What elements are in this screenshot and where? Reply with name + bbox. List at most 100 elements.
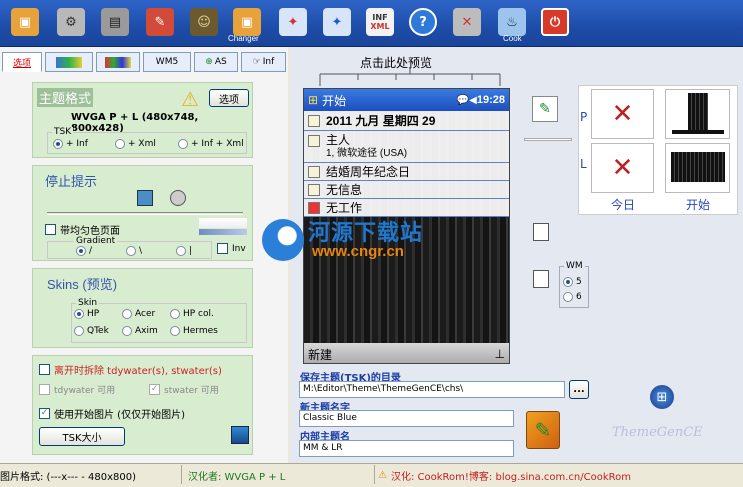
tab-as-label: AS: [214, 57, 227, 67]
tab-as[interactable]: ⊕ AS: [194, 52, 238, 72]
theme-icon[interactable]: ▣: [8, 5, 42, 39]
wm6-radio[interactable]: 6: [563, 292, 582, 302]
skin-hermes-radio[interactable]: Hermes: [170, 326, 218, 336]
stop-hint-group: 停止提示 带均匀色页面 Gradient / \ | Inv: [32, 165, 253, 261]
skin-qtek-label: QTek: [87, 326, 109, 336]
as-icon: ⊕: [205, 57, 213, 67]
gradient-backslash-radio[interactable]: \: [126, 246, 142, 256]
stack-icon[interactable]: [137, 190, 153, 206]
tab-colors[interactable]: [96, 52, 140, 72]
xml-text: XML: [370, 22, 390, 31]
skin-qtek-radio[interactable]: QTek: [74, 326, 109, 336]
stwater-checkbox[interactable]: ✓ stwater 可用: [149, 383, 219, 396]
mona-lisa-icon[interactable]: ☺: [187, 5, 221, 39]
tdywater-label: tdywater 可用: [54, 386, 116, 396]
pencil-edit-icon[interactable]: ✎: [532, 96, 558, 122]
watermark-url: www.cngr.cn: [312, 243, 404, 260]
wm-legend: WM: [564, 261, 585, 271]
edit-icon[interactable]: ✎: [143, 5, 177, 39]
power-icon[interactable]: ⏻: [538, 5, 572, 39]
app-watermark: ThemeGenCE: [612, 425, 703, 440]
new-softkey[interactable]: 新建: [308, 346, 332, 363]
even-color-checkbox[interactable]: 带均匀色页面: [45, 222, 120, 237]
tsk-inf-xml-radio[interactable]: + Inf + Xml: [178, 139, 244, 149]
tab-gradient[interactable]: [45, 52, 93, 72]
help-icon[interactable]: ?: [406, 5, 440, 39]
use-start-image-checkbox[interactable]: ✓ 使用开始图片 (仅仅开始图片): [39, 406, 185, 421]
anniversary-text: 结婚周年纪念日: [326, 165, 411, 179]
browse-button[interactable]: ...: [569, 380, 589, 399]
today-date-row: 2011 九月 星期四 29: [304, 111, 509, 131]
phone-softkey-bar: 新建 ⊥: [304, 343, 509, 363]
internal-name-input[interactable]: MM & LR: [299, 440, 514, 457]
remove-on-exit-checkbox[interactable]: 离开时拆除 tdywater(s), stwater(s): [39, 362, 222, 377]
device-icon[interactable]: ▤: [98, 5, 132, 39]
cookrom-label: Cook: [503, 34, 522, 43]
tab-inf[interactable]: ☞ Inf: [241, 52, 286, 72]
color-swatch-gradient[interactable]: [199, 229, 247, 235]
tsk-xml-radio[interactable]: + Xml: [115, 139, 156, 149]
tdywater-checkbox[interactable]: tdywater 可用: [39, 383, 115, 396]
stwater-label: stwater 可用: [164, 386, 219, 396]
paint-icon[interactable]: ✦: [276, 5, 310, 39]
inv-checkbox[interactable]: Inv: [217, 243, 246, 254]
use-start-image-label: 使用开始图片 (仅仅开始图片): [54, 410, 185, 421]
gradient-pipe-label: |: [189, 246, 193, 256]
tsk-size-button[interactable]: TSK大小: [39, 427, 125, 446]
theme-format-title: 主题格式: [37, 88, 94, 107]
owner-detail: 1, 微软途径 (USA): [326, 148, 408, 159]
phone-start-label: 开始: [322, 93, 347, 108]
anniversary-row: 结婚周年纪念日: [304, 163, 509, 181]
skin-hp-radio[interactable]: HP: [74, 309, 99, 319]
skin-acer-label: Acer: [135, 309, 156, 319]
skin-acer-radio[interactable]: Acer: [122, 309, 155, 319]
gradient-fieldset: Gradient / \ |: [47, 236, 212, 259]
phone-time: 19:28: [476, 94, 505, 106]
clock-icon: [308, 114, 320, 127]
skin-axim-radio[interactable]: Axim: [122, 326, 158, 336]
start-portrait-thumb[interactable]: [665, 89, 730, 139]
start-landscape-thumb[interactable]: [665, 143, 730, 193]
export-icon[interactable]: [231, 426, 249, 444]
inv-label: Inv: [232, 243, 246, 254]
skin-hpcol-radio[interactable]: HP col.: [170, 309, 214, 319]
sound-icon[interactable]: [170, 190, 186, 206]
wm-fieldset: WM 5 6: [559, 261, 589, 308]
inf-xml-icon[interactable]: INF XML: [363, 5, 397, 39]
tab-wm5-label: WM5: [155, 57, 179, 67]
color-swatch-top[interactable]: [199, 218, 247, 228]
tab-options[interactable]: 选项: [2, 52, 42, 72]
gradient-backslash-label: \: [139, 246, 143, 256]
portrait-label: P: [580, 110, 588, 124]
status-format: 图片格式: (---x--- - 480x800): [0, 471, 136, 483]
save-theme-icon[interactable]: ✎: [526, 411, 560, 449]
remove-on-exit-label: 离开时拆除 tdywater(s), stwater(s): [54, 366, 222, 377]
today-portrait-empty[interactable]: ✕: [591, 89, 654, 139]
save-dir-input[interactable]: M:\Editor\Theme\ThemeGenCE\chs\: [299, 381, 565, 398]
skins-title: Skins (预览): [47, 277, 118, 292]
today-landscape-empty[interactable]: ✕: [591, 143, 654, 193]
theme-options-button[interactable]: 选项: [209, 89, 249, 107]
theme-name-input[interactable]: Classic Blue: [299, 410, 514, 427]
settings-icon[interactable]: ⚙: [54, 5, 88, 39]
palette-icon[interactable]: ✦: [320, 5, 354, 39]
tsk-inf-radio[interactable]: + Inf: [53, 139, 88, 149]
preview-doc-icon[interactable]: [533, 270, 549, 288]
tab-wm5[interactable]: WM5: [143, 52, 191, 72]
slider-track[interactable]: [47, 212, 243, 215]
status-translator: 汉化者: WVGA P + L: [188, 471, 286, 483]
skin-axim-label: Axim: [135, 326, 158, 336]
task-icon: [308, 201, 320, 214]
inf-tab-icon: ☞: [252, 57, 261, 67]
stop-hint-title: 停止提示: [45, 174, 98, 189]
calendar-icon: [308, 165, 320, 178]
gradient-pipe-radio[interactable]: |: [176, 246, 192, 256]
gradient-slash-radio[interactable]: /: [76, 246, 92, 256]
warning-icon: ⚠: [181, 87, 199, 111]
skin-fieldset: Skin HP Acer HP col. QTek Axim Hermes: [71, 298, 247, 343]
tsk-xml-label: + Xml: [128, 139, 156, 149]
wm5-radio[interactable]: 5: [563, 277, 582, 287]
tools-icon[interactable]: ✕: [450, 5, 484, 39]
copy-icon[interactable]: [533, 223, 549, 241]
status-credit[interactable]: 汉化: CookRom!博客: blog.sina.com.cn/CookRom: [391, 466, 631, 484]
